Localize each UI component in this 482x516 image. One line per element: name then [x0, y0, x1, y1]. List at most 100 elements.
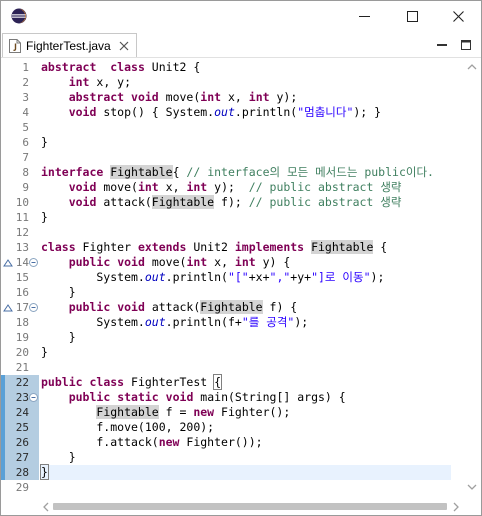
code-line[interactable] — [41, 120, 451, 135]
code-token: Fighter — [75, 240, 138, 254]
keyword-token: void — [117, 255, 145, 269]
code-line[interactable]: interface Fightable{ // interface의 모든 메서… — [41, 165, 451, 180]
keyword-token: void — [165, 390, 194, 404]
code-line[interactable]: System.out.println("["+x+","+y+"]로 이동"); — [41, 270, 451, 285]
window-maximize-button[interactable] — [389, 1, 435, 31]
horizontal-scroll-thumb[interactable] — [53, 503, 447, 510]
code-line[interactable]: abstract void move(int x, int y); — [41, 90, 451, 105]
line-number-text: 19 — [15, 331, 29, 344]
horizontal-scrollbar[interactable] — [39, 498, 463, 515]
code-line[interactable]: public void move(int x, int y) { — [41, 255, 451, 270]
keyword-token: abstract — [41, 60, 97, 74]
keyword-token: static — [117, 390, 159, 404]
code-token: x, y; — [89, 75, 132, 89]
window-minimize-button[interactable] — [341, 1, 387, 31]
code-line[interactable]: f.attack(new Fighter()); — [41, 435, 451, 450]
code-line[interactable]: int x, y; — [41, 75, 451, 90]
code-token: } — [41, 345, 48, 359]
line-number: 9 — [1, 180, 39, 195]
code-area[interactable]: abstract class Unit2 { int x, y; abstrac… — [40, 58, 451, 498]
maximize-icon — [406, 10, 418, 22]
line-number: 26 — [1, 435, 39, 450]
line-number: 29 — [1, 480, 39, 495]
code-token: stop() { System. — [96, 105, 215, 119]
code-line[interactable]: f.move(100, 200); — [41, 420, 451, 435]
code-token: ); } — [353, 105, 382, 119]
code-token: .println( — [165, 270, 228, 284]
line-number: 7 — [1, 150, 39, 165]
code-line[interactable] — [41, 150, 451, 165]
scroll-right-arrow-icon[interactable] — [451, 502, 461, 512]
scroll-down-arrow-icon[interactable] — [467, 482, 477, 492]
matching-bracket-token: } — [40, 464, 49, 480]
quick-diff-marker — [1, 435, 5, 450]
fold-collapse-icon[interactable] — [29, 258, 38, 267]
code-token: } — [41, 135, 48, 149]
line-number: 16 — [1, 285, 39, 300]
tab-fightertest-java[interactable]: FighterTest.java — [2, 33, 137, 57]
line-number-text: 2 — [22, 76, 29, 89]
line-number-text: 22 — [15, 376, 29, 389]
quick-diff-marker — [1, 465, 5, 480]
code-line[interactable]: abstract class Unit2 { — [41, 60, 451, 75]
line-number-text: 5 — [22, 121, 29, 134]
code-line[interactable]: void attack(Fightable f); // public abst… — [41, 195, 451, 210]
line-number-text: 27 — [15, 451, 29, 464]
code-line[interactable]: } — [40, 464, 451, 480]
line-number: 25 — [1, 420, 39, 435]
code-token: x, — [207, 255, 235, 269]
java-file-icon — [9, 38, 21, 53]
maximize-icon[interactable] — [459, 38, 473, 52]
line-number-text: 9 — [22, 181, 29, 194]
close-icon[interactable] — [119, 41, 129, 51]
line-number: 10 — [1, 195, 39, 210]
code-token: } — [41, 285, 76, 299]
code-line[interactable]: } — [41, 450, 451, 465]
scroll-left-arrow-icon[interactable] — [41, 502, 51, 512]
code-line[interactable]: public static void main(String[] args) { — [41, 390, 451, 405]
code-line[interactable]: } — [41, 135, 451, 150]
line-number: 12 — [1, 225, 39, 240]
line-number-text: 4 — [22, 106, 29, 119]
string-token: "[" — [227, 270, 249, 284]
fold-collapse-icon[interactable] — [29, 303, 38, 312]
minimize-icon[interactable] — [435, 38, 449, 52]
code-line[interactable] — [41, 480, 451, 495]
keyword-token: class — [110, 60, 145, 74]
code-line[interactable]: } — [41, 345, 451, 360]
code-line[interactable]: System.out.println(f+"를 공격"); — [41, 315, 451, 330]
minimize-icon — [358, 15, 370, 17]
code-line[interactable]: class Fighter extends Unit2 implements F… — [41, 240, 451, 255]
line-number-text: 10 — [15, 196, 29, 209]
code-line[interactable]: } — [41, 285, 451, 300]
fold-collapse-icon[interactable] — [29, 393, 38, 402]
override-marker-icon[interactable] — [3, 304, 13, 312]
override-marker-icon[interactable] — [3, 259, 13, 267]
keyword-token: interface — [41, 165, 104, 179]
line-number: 19 — [1, 330, 39, 345]
code-line[interactable] — [41, 360, 451, 375]
code-token: +y+ — [290, 270, 312, 284]
code-line[interactable] — [41, 225, 451, 240]
keyword-token: void — [68, 195, 97, 209]
code-line[interactable]: } — [41, 330, 451, 345]
line-number-text: 26 — [15, 436, 29, 449]
code-line[interactable]: public void attack(Fightable f) { — [41, 300, 451, 315]
code-line[interactable]: public class FighterTest { — [41, 374, 451, 390]
code-line[interactable]: void move(int x, int y); // public abstr… — [41, 180, 451, 195]
keyword-token: class — [89, 375, 125, 389]
line-number: 24 — [1, 405, 39, 420]
vertical-scrollbar[interactable] — [463, 58, 481, 498]
scroll-up-arrow-icon[interactable] — [467, 62, 477, 72]
keyword-token: int — [137, 180, 159, 194]
code-line[interactable]: } — [41, 210, 451, 225]
code-token: } — [41, 210, 48, 224]
window-close-button[interactable] — [435, 1, 481, 31]
code-token: FighterTest — [124, 375, 215, 389]
code-token: Fighter()); — [179, 435, 263, 449]
code-line[interactable]: void stop() { System.out.println("멈춥니다")… — [41, 105, 451, 120]
code-editor[interactable]: 1 2 3 4 5 6 7 8 9 10 11 12 13 14 15 16 17 18 19 20 21 22 23 24 2… — [1, 58, 481, 515]
code-line[interactable]: Fightable f = new Fighter(); — [41, 405, 451, 420]
